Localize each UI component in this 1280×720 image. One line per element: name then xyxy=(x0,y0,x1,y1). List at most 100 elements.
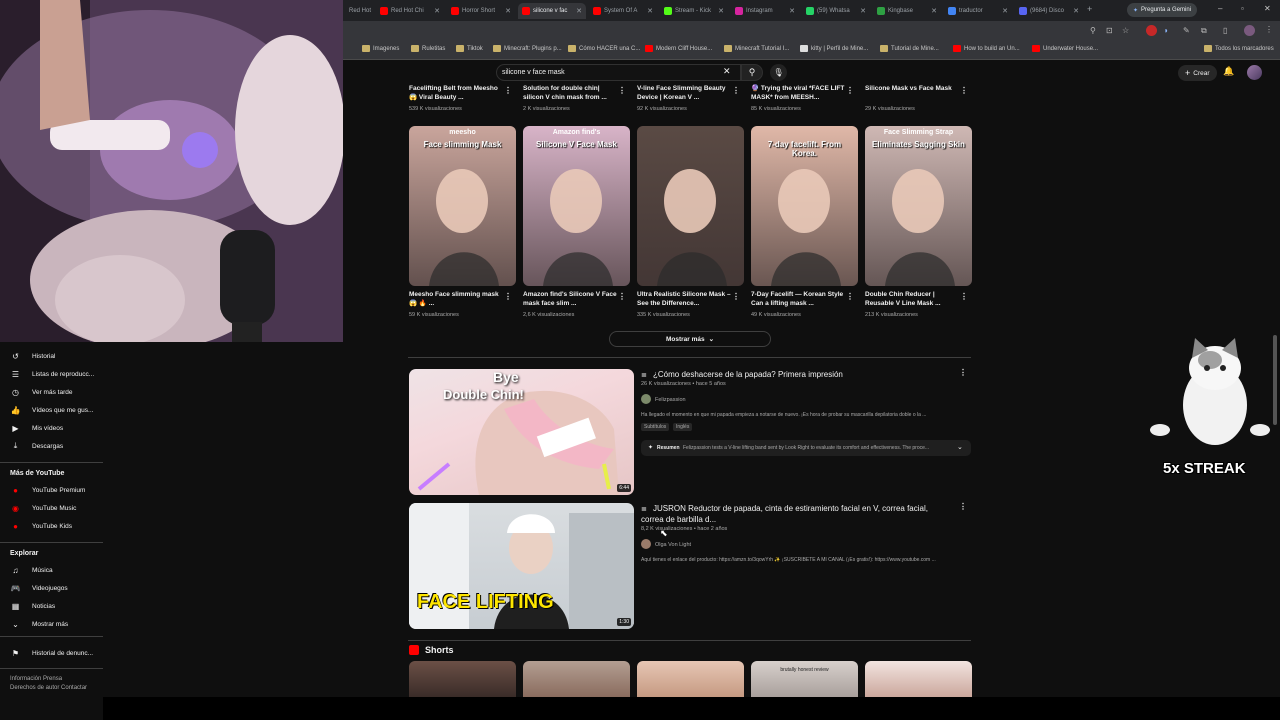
short-thumbnail[interactable] xyxy=(637,126,744,286)
short-thumbnail[interactable] xyxy=(637,661,744,697)
extensions-puzzle-icon[interactable]: ⧉ xyxy=(1201,26,1207,36)
bookmark-item[interactable]: Tutorial de Mine... xyxy=(880,45,939,52)
browser-tab[interactable]: traductor ✕ xyxy=(944,3,1012,19)
video-title[interactable]: Amazon find's Silicone V Face mask face … xyxy=(523,290,619,308)
more-options-icon[interactable]: ⋮ xyxy=(960,292,968,301)
channel-avatar[interactable] xyxy=(641,394,651,404)
more-options-icon[interactable]: ⋮ xyxy=(618,292,626,301)
more-options-icon[interactable]: ⋮ xyxy=(504,292,512,301)
voice-search-button[interactable]: 🎙 xyxy=(770,64,787,81)
browser-tab[interactable]: Red Hot Chi xyxy=(345,3,373,19)
sidebar-item-kids[interactable]: ● YouTube Kids xyxy=(0,517,103,535)
browser-tab[interactable]: System Of A ✕ xyxy=(589,3,657,19)
close-window-button[interactable]: ✕ xyxy=(1264,4,1271,13)
close-icon[interactable]: ✕ xyxy=(576,7,582,15)
video-title[interactable]: Double Chin Reducer | Reusable V Line Ma… xyxy=(865,290,961,308)
extension-icon[interactable]: ◑ xyxy=(1163,26,1168,35)
more-options-icon[interactable]: ⋮ xyxy=(732,292,740,301)
sidebar-item-music[interactable]: ◉ YouTube Music xyxy=(0,499,103,517)
close-icon[interactable]: ✕ xyxy=(789,7,795,15)
account-avatar[interactable] xyxy=(1247,65,1262,80)
bookmark-item[interactable]: Ruletitas xyxy=(411,45,445,52)
browser-tab[interactable]: Red Hot Chi ✕ xyxy=(376,3,444,19)
video-title[interactable]: Ultra Realistic Silicone Mask – See the … xyxy=(637,290,733,308)
close-icon[interactable]: ✕ xyxy=(718,7,724,15)
short-thumbnail[interactable] xyxy=(523,661,630,697)
bookmark-item[interactable]: Minecraft: Plugins p... xyxy=(493,45,562,52)
gemini-button[interactable]: ✦ Pregunta a Gemini xyxy=(1127,3,1198,17)
sidebar-item-downloads[interactable]: ⤓ Descargas xyxy=(0,437,103,455)
page-scrollbar[interactable] xyxy=(1273,335,1277,425)
video-title[interactable]: JUSRON Reductor de papada, cinta de esti… xyxy=(641,503,941,525)
video-title[interactable]: V-line Face Slimming Beauty Device | Kor… xyxy=(637,84,733,102)
star-icon[interactable]: ☆ xyxy=(1122,26,1129,35)
sidebar-item-news[interactable]: ▦ Noticias xyxy=(0,597,103,615)
show-more-button[interactable]: Mostrar más ⌄ xyxy=(609,331,771,347)
search-button[interactable]: ⚲ xyxy=(741,64,763,81)
browser-tab[interactable]: Stream - Kick ✕ xyxy=(660,3,728,19)
maximize-button[interactable]: ▫ xyxy=(1241,4,1244,13)
more-options-icon[interactable]: ⋮ xyxy=(732,86,740,95)
chevron-down-icon[interactable]: ⌄ xyxy=(957,443,963,451)
profile-avatar[interactable] xyxy=(1244,25,1255,36)
more-options-icon[interactable]: ⋮ xyxy=(959,502,967,511)
sidebar-item-playlists[interactable]: ☰ Listas de reproducc... xyxy=(0,365,103,383)
menu-icon[interactable]: ⋮ xyxy=(1265,25,1273,34)
new-tab-button[interactable]: + xyxy=(1087,4,1092,14)
sidebar-item-premium[interactable]: ● YouTube Premium xyxy=(0,481,103,499)
all-bookmarks[interactable]: Todos los marcadores xyxy=(1204,45,1274,52)
more-options-icon[interactable]: ⋮ xyxy=(846,86,854,95)
create-button[interactable]: + Crear xyxy=(1178,65,1217,81)
bookmark-item[interactable]: How to build an Un... xyxy=(953,45,1020,52)
close-icon[interactable]: ✕ xyxy=(647,7,653,15)
browser-tab[interactable]: Instagram ✕ xyxy=(731,3,799,19)
extension-icon[interactable]: ✎ xyxy=(1183,26,1190,35)
video-thumbnail[interactable]: FACE LIFTING 1:30 xyxy=(409,503,634,629)
short-thumbnail[interactable] xyxy=(865,661,972,697)
sidebar-item-watch-later[interactable]: ◷ Ver más tarde xyxy=(0,383,103,401)
extension-icon[interactable] xyxy=(1146,25,1157,36)
short-thumbnail[interactable]: meesho Face slimming Mask xyxy=(409,126,516,286)
bookmark-item[interactable]: Imagenes xyxy=(362,45,399,52)
bookmark-item[interactable]: Underwater House... xyxy=(1032,45,1098,52)
browser-tab[interactable]: Kingbase ✕ xyxy=(873,3,941,19)
more-options-icon[interactable]: ⋮ xyxy=(504,86,512,95)
close-icon[interactable]: ✕ xyxy=(434,7,440,15)
sidepanel-icon[interactable]: ▯ xyxy=(1223,26,1227,35)
channel-name[interactable]: Felizpassion xyxy=(655,397,686,403)
short-thumbnail[interactable]: 7-day facelift. From Korea. xyxy=(751,126,858,286)
sidebar-item-report-history[interactable]: ⚑ Historial de denunc... xyxy=(0,644,103,662)
install-icon[interactable]: ⊡ xyxy=(1106,26,1113,35)
more-options-icon[interactable]: ⋮ xyxy=(960,86,968,95)
close-icon[interactable]: ✕ xyxy=(1002,7,1008,15)
footer-links[interactable]: Información Prensa xyxy=(10,676,62,682)
zoom-icon[interactable]: ⚲ xyxy=(1090,26,1096,35)
browser-tab[interactable]: Horror Short ✕ xyxy=(447,3,515,19)
minimize-button[interactable]: – xyxy=(1218,4,1222,13)
search-input[interactable]: silicone v face mask xyxy=(496,64,741,81)
short-thumbnail[interactable]: brutally honest review xyxy=(751,661,858,697)
video-title[interactable]: 🔮 Trying the viral *FACE LIFT MASK* from… xyxy=(751,84,847,102)
video-title[interactable]: 7-Day Facelift — Korean Style Can a lift… xyxy=(751,290,847,308)
clear-search-icon[interactable]: ✕ xyxy=(723,66,731,77)
sidebar-item-music[interactable]: ♫ Música xyxy=(0,561,103,579)
video-title[interactable]: ¿Cómo deshacerse de la papada? Primera i… xyxy=(653,369,953,380)
notifications-icon[interactable]: 🔔 xyxy=(1223,66,1234,77)
more-options-icon[interactable]: ⋮ xyxy=(846,292,854,301)
bookmark-item[interactable]: kitty | Perfil de Mine... xyxy=(800,45,868,52)
video-title[interactable]: Meesho Face slimming mask 😱 🔥 ... xyxy=(409,290,505,308)
video-title[interactable]: Silicone Mask vs Face Mask xyxy=(865,84,961,102)
browser-tab[interactable]: (59) Whatsa ✕ xyxy=(802,3,870,19)
bookmark-item[interactable]: Cómo HACER una C... xyxy=(568,45,640,52)
ai-summary[interactable]: ✦ Resumen Felizpassion tests a V-line li… xyxy=(641,440,971,456)
bookmark-item[interactable]: Tiktok xyxy=(456,45,483,52)
close-icon[interactable]: ✕ xyxy=(1073,7,1079,15)
sidebar-item-history[interactable]: ↺ Historial xyxy=(0,347,103,365)
bookmark-item[interactable]: Minecraft Tutorial I... xyxy=(724,45,789,52)
more-options-icon[interactable]: ⋮ xyxy=(959,368,967,377)
video-title[interactable]: Solution for double chin| silicon V chin… xyxy=(523,84,619,102)
footer-links[interactable]: Derechos de autor Contactar xyxy=(10,685,87,691)
short-thumbnail[interactable]: Face Slimming Strap Eliminates Sagging S… xyxy=(865,126,972,286)
close-icon[interactable]: ✕ xyxy=(860,7,866,15)
browser-tab-active[interactable]: silicone v fac ✕ xyxy=(518,3,586,19)
